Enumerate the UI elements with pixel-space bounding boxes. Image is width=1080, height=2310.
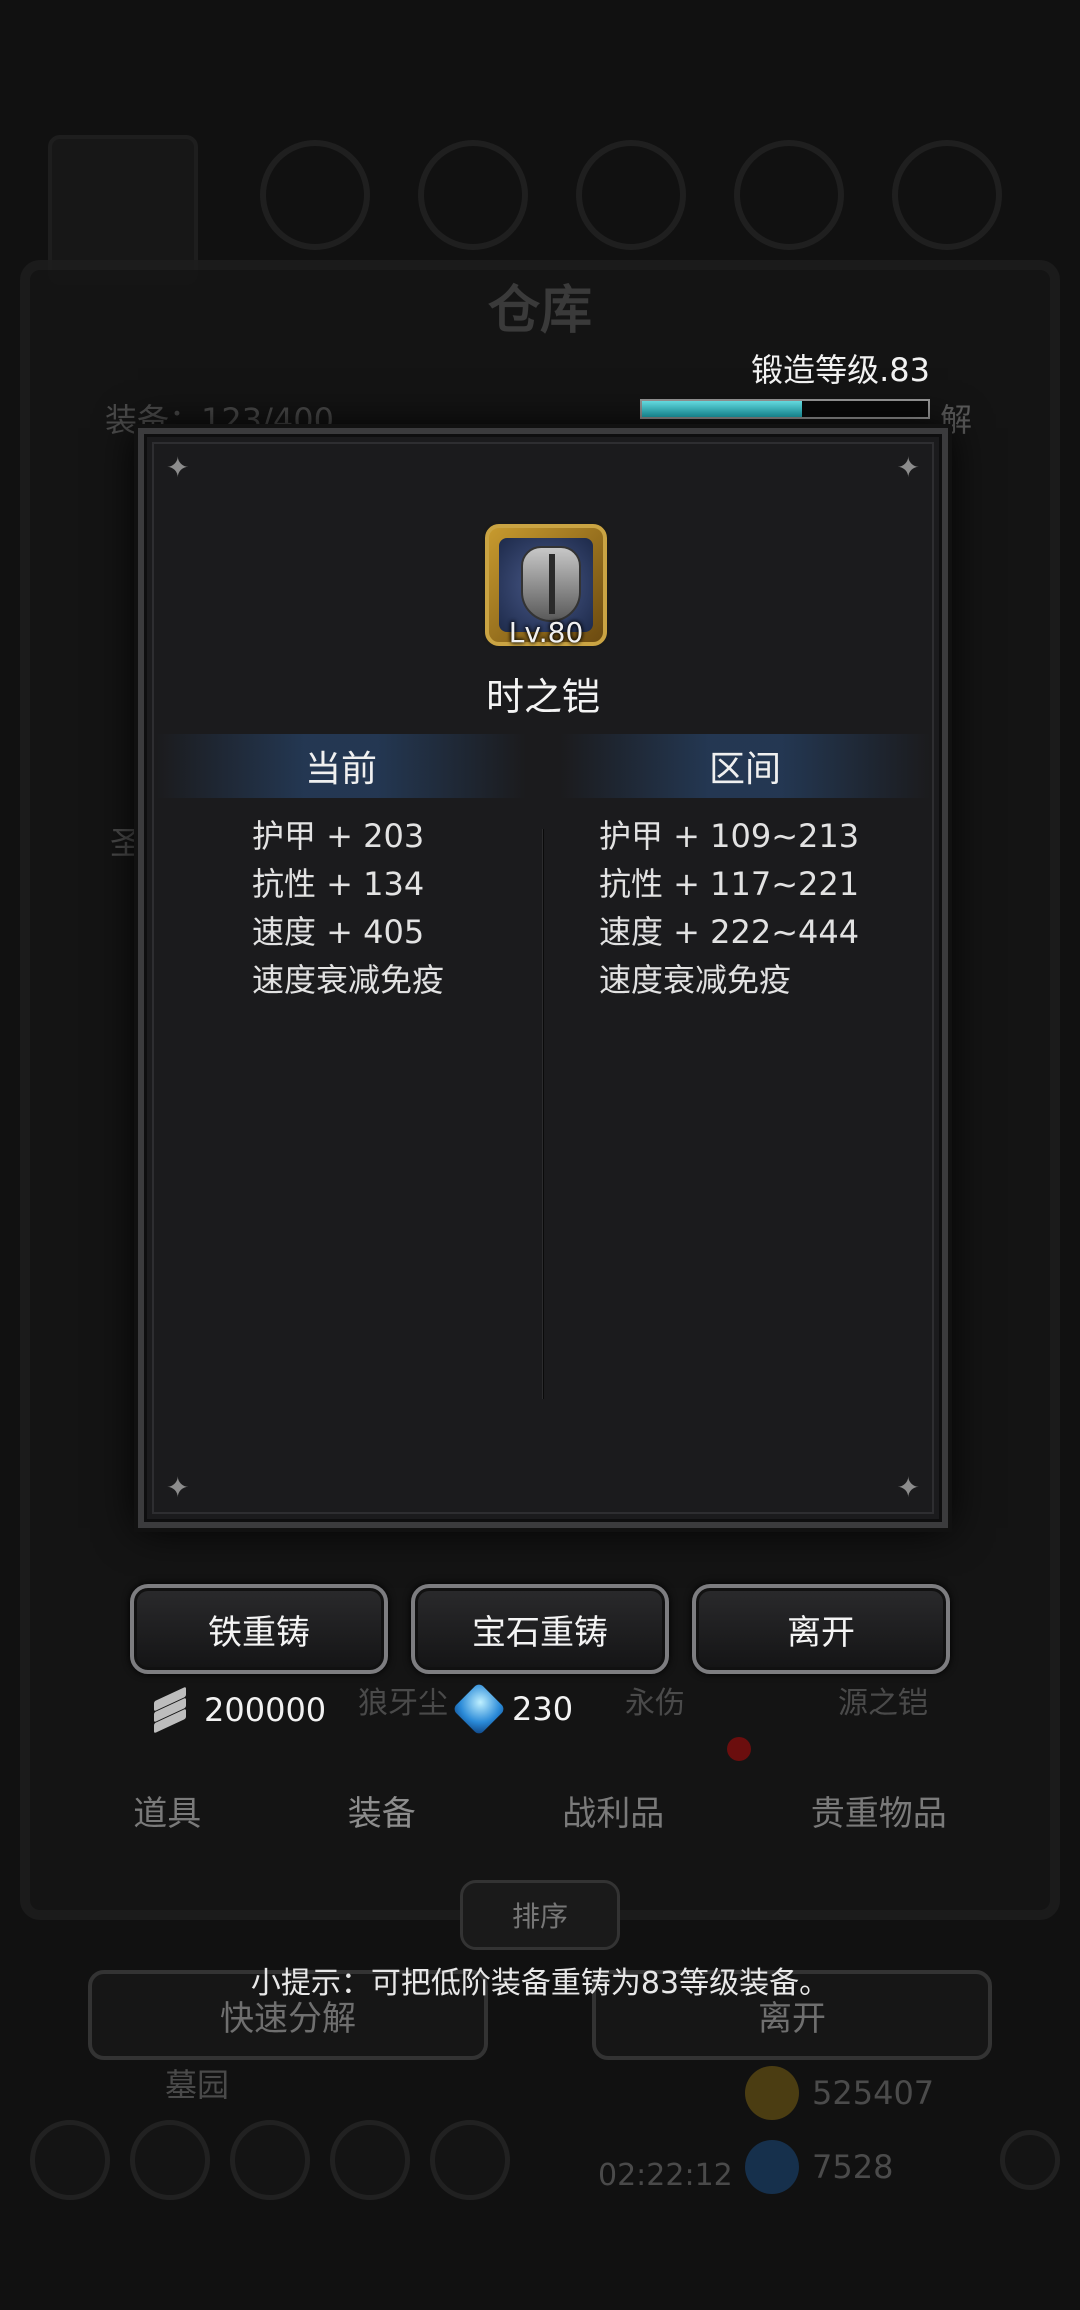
bottom-nav-icon[interactable] [230,2120,310,2200]
stat-line: 抗性 + 117~221 [599,865,860,903]
tab-loot[interactable]: 战利品 [562,1786,664,1835]
corner-star-icon: ✦ [166,1471,190,1504]
item-icon-frame: Lv.80 [485,524,607,649]
location-label: 墓园 [165,2066,230,2104]
bottom-nav-icon[interactable] [430,2120,510,2200]
stat-line: 抗性 + 134 [252,865,425,903]
background-skill-icon [418,140,528,250]
background-skill-icon [576,140,686,250]
column-divider [542,829,544,1399]
corner-star-icon: ✦ [896,451,920,484]
item-label: 源之铠 [838,1686,928,1721]
stat-line: 护甲 + 203 [252,817,425,855]
item-label: 永伤 [625,1686,685,1721]
gem-cost-amount: 230 [512,1690,574,1728]
add-icon[interactable] [1000,2130,1060,2190]
notification-dot [727,1737,751,1761]
bottom-nav-icon[interactable] [330,2120,410,2200]
event-timer: 02:22:12 [598,2158,733,2193]
tip-text: 小提示：可把低阶装备重铸为83等级装备。 [250,1966,830,2001]
stat-line: 速度 + 222~444 [599,913,860,951]
tab-items[interactable]: 道具 [133,1786,201,1835]
stat-line: 速度 + 405 [252,913,425,951]
item-label: 狼牙尘 [358,1686,448,1721]
item-name: 时之铠 [485,675,600,719]
gem-reforge-button[interactable]: 宝石重铸 [411,1584,669,1674]
item-level: Lv.80 [508,616,584,649]
forge-level-label: 锻造等级.83 [751,351,930,389]
bottom-nav-icon[interactable] [30,2120,110,2200]
gem-cost: 230 [452,1682,574,1736]
gem-icon [745,2140,799,2194]
tab-equipment[interactable]: 装备 [348,1786,416,1835]
warehouse-tabs: 道具 装备 战利品 贵重物品 [60,1770,1020,1850]
current-stats-list: 护甲 + 203 抗性 + 134 速度 + 405 速度衰减免疫 [252,812,444,1004]
gold-amount: 525407 [812,2074,935,2112]
iron-cost-amount: 200000 [204,1691,327,1729]
iron-reforge-button[interactable]: 铁重铸 [130,1584,388,1674]
iron-cost: 200000 [150,1686,327,1734]
background-skill-icon [892,140,1002,250]
stat-line: 速度衰减免疫 [599,961,792,999]
stat-line: 护甲 + 109~213 [599,817,860,855]
forge-progress-bar [640,399,930,419]
forge-progress-fill [642,401,803,417]
gem-icon [452,1682,506,1736]
bottom-nav-icon[interactable] [130,2120,210,2200]
current-stats-header: 当前 [156,734,526,798]
background-skill-icon [734,140,844,250]
sort-button[interactable]: 排序 [460,1880,620,1950]
gem-amount: 7528 [812,2148,894,2186]
reforge-dialog: ✦ ✦ ✦ ✦ Lv.80 时之铠 当前 区间 护甲 + 203 抗性 + 13… [138,428,948,1528]
iron-icon [150,1686,190,1734]
forge-level: 锻造等级.83 [640,345,930,419]
warehouse-title: 仓库 [487,280,592,341]
background-skill-icon [260,140,370,250]
tab-valuables[interactable]: 贵重物品 [811,1786,947,1835]
corner-star-icon: ✦ [166,451,190,484]
stat-line: 速度衰减免疫 [252,961,445,999]
leave-button[interactable]: 离开 [692,1584,950,1674]
range-stats-header: 区间 [560,734,930,798]
corner-star-icon: ✦ [896,1471,920,1504]
range-stats-list: 护甲 + 109~213 抗性 + 117~221 速度 + 222~444 速… [599,812,859,1004]
gold-coin-icon [745,2066,799,2120]
